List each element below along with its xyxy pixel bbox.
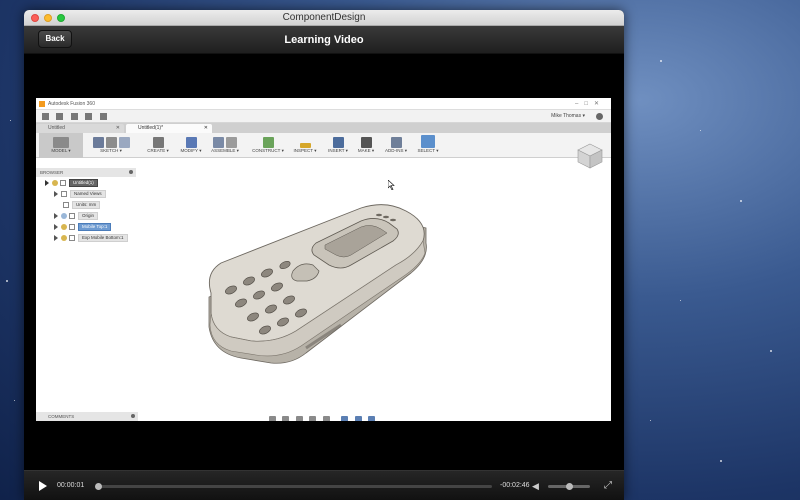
comments-title: COMMENTS: [48, 414, 75, 419]
tree-node-mobile-bottom[interactable]: Exp Mobile Bottom:1: [54, 234, 128, 242]
help-icon[interactable]: [596, 113, 603, 120]
look-at-icon[interactable]: [282, 416, 290, 421]
ribbon-create[interactable]: CREATE ▾: [143, 133, 173, 158]
fullscreen-icon[interactable]: ⤢: [604, 480, 612, 492]
window-title: ComponentDesign: [282, 12, 366, 23]
document-tabs: Untitled ✕ Untitled(1)* ✕: [36, 123, 611, 133]
tab-untitled[interactable]: Untitled ✕: [36, 124, 124, 133]
ribbon-add-ins[interactable]: ADD-INS ▾: [381, 133, 411, 158]
tab-untitled-1[interactable]: Untitled(1)* ✕: [126, 124, 212, 133]
ribbon-assemble[interactable]: ASSEMBLE ▾: [208, 133, 242, 158]
back-button[interactable]: Back: [38, 30, 72, 48]
visibility-bulb-icon[interactable]: [52, 179, 58, 186]
volume-slider[interactable]: [548, 483, 590, 490]
close-tab-icon[interactable]: ✕: [116, 124, 120, 133]
fusion-app-title: Autodesk Fusion 360: [48, 101, 95, 107]
tree-node-units[interactable]: Units: mm: [63, 201, 101, 209]
ribbon-select[interactable]: SELECT ▾: [413, 133, 443, 158]
display-settings-icon[interactable]: [341, 416, 349, 421]
orbit-icon[interactable]: [269, 416, 276, 421]
mouse-cursor-icon: [388, 180, 395, 190]
expand-arrow-icon[interactable]: [54, 212, 58, 219]
fusion-logo-icon: [39, 101, 45, 107]
tab-label: Untitled(1)*: [138, 125, 164, 131]
window-titlebar[interactable]: ComponentDesign: [24, 10, 624, 26]
user-menu[interactable]: Mike Thomas ▾: [551, 110, 585, 123]
tree-node-named-views[interactable]: Named Views: [54, 190, 106, 198]
expand-arrow-icon[interactable]: [54, 234, 58, 241]
visibility-bulb-icon[interactable]: [61, 223, 67, 230]
workspace-switcher[interactable]: MODEL ▾: [39, 133, 83, 158]
expand-arrow-icon[interactable]: [45, 179, 49, 186]
pan-icon[interactable]: [295, 416, 303, 421]
ribbon-toolbar: MODEL ▾ SKETCH ▾ CREATE ▾ MODIFY ▾ ASSEM…: [36, 133, 611, 158]
fusion-titlebar: Autodesk Fusion 360 –□✕: [36, 98, 611, 110]
undo-icon[interactable]: [85, 113, 93, 120]
app-window: ComponentDesign Back Learning Video Auto…: [24, 10, 624, 500]
comments-panel[interactable]: COMMENTS: [36, 412, 138, 421]
fusion-window-controls: –□✕: [575, 101, 605, 107]
zoom-icon[interactable]: [309, 416, 317, 421]
video-frame[interactable]: Autodesk Fusion 360 –□✕ Mike Thomas ▾ Un…: [36, 98, 611, 421]
browser-title: BROWSER: [40, 170, 64, 175]
page-title: Learning Video: [284, 34, 364, 46]
elapsed-time: 00:00:01: [57, 482, 85, 489]
tab-label: Untitled: [48, 125, 65, 131]
visibility-bulb-icon[interactable]: [61, 234, 67, 241]
document-settings-icon: [63, 201, 69, 208]
ribbon-construct[interactable]: CONSTRUCT ▾: [248, 133, 288, 158]
phone-3d-model[interactable]: [201, 203, 431, 368]
component-icon: [69, 234, 75, 241]
volume-icon[interactable]: ◀: [532, 481, 539, 492]
timeline-knob[interactable]: [95, 483, 103, 490]
navigation-toolbar: [269, 410, 377, 421]
ribbon-sketch[interactable]: SKETCH ▾: [86, 133, 136, 158]
view-cube-icon[interactable]: [576, 142, 604, 170]
file-menu-icon[interactable]: [56, 113, 64, 120]
expand-arrow-icon[interactable]: [54, 190, 58, 197]
tree-node-mobile-top[interactable]: Mobile Top:1: [54, 223, 112, 231]
ribbon-inspect[interactable]: INSPECT ▾: [290, 133, 320, 158]
zoom-window-button[interactable]: [57, 14, 65, 22]
remaining-time: -00:02:46: [500, 482, 530, 489]
redo-icon[interactable]: [99, 113, 107, 120]
folder-icon: [69, 212, 75, 219]
zoom-window-icon[interactable]: [322, 416, 330, 421]
close-tab-icon[interactable]: ✕: [204, 124, 208, 133]
ribbon-make[interactable]: MAKE ▾: [353, 133, 379, 158]
folder-icon: [61, 190, 67, 197]
browser-panel-header[interactable]: BROWSER: [36, 168, 136, 177]
save-icon[interactable]: [70, 113, 78, 120]
navbar: Back Learning Video: [24, 26, 624, 54]
timeline-scrubber[interactable]: [95, 483, 492, 490]
ribbon-insert[interactable]: INSERT ▾: [323, 133, 353, 158]
pin-icon[interactable]: [129, 170, 133, 174]
visibility-bulb-icon[interactable]: [61, 212, 67, 219]
component-icon: [60, 179, 66, 186]
fusion-quick-access-toolbar: Mike Thomas ▾: [36, 110, 611, 123]
player-controls: 00:00:01 -00:02:46 ◀ ⤢: [24, 470, 624, 500]
grid-settings-icon[interactable]: [354, 416, 362, 421]
data-panel-icon[interactable]: [42, 113, 49, 120]
expand-arrow-icon[interactable]: [54, 223, 58, 230]
minimize-window-button[interactable]: [44, 14, 52, 22]
viewports-icon[interactable]: [368, 416, 376, 421]
ribbon-modify[interactable]: MODIFY ▾: [176, 133, 206, 158]
volume-knob[interactable]: [566, 483, 573, 490]
pin-icon[interactable]: [131, 414, 135, 418]
component-icon: [69, 223, 75, 230]
close-window-button[interactable]: [31, 14, 39, 22]
play-icon[interactable]: [39, 481, 47, 491]
tree-node-root[interactable]: Untitled(1): [45, 179, 98, 187]
tree-node-origin[interactable]: Origin: [54, 212, 99, 220]
